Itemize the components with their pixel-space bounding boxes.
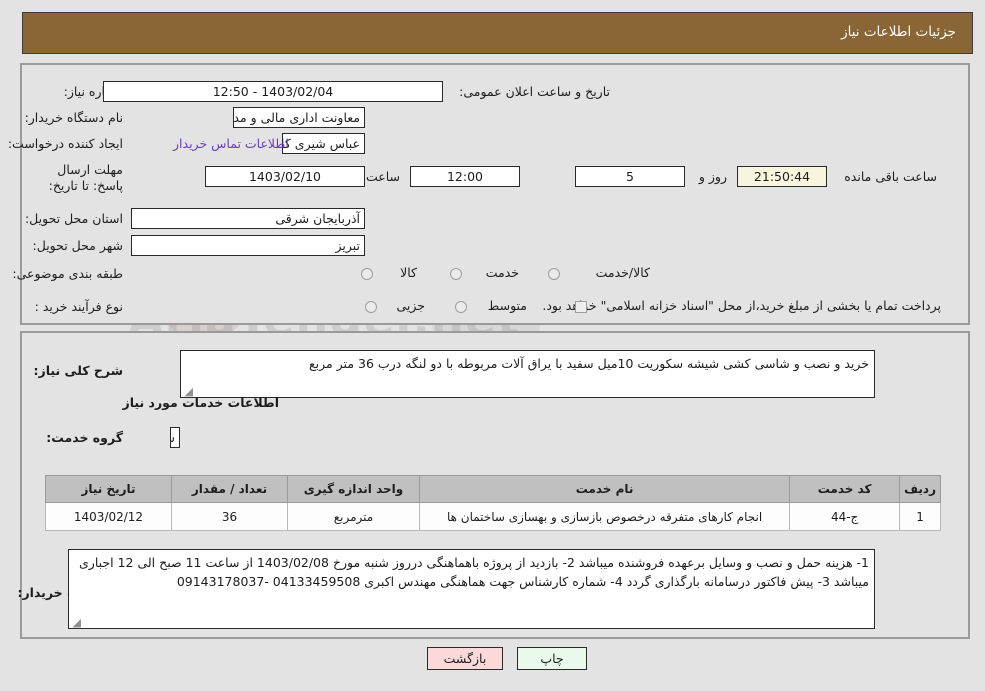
- back-button[interactable]: بازگشت: [427, 647, 503, 670]
- resize-grip-icon-notes[interactable]: ◢: [71, 617, 81, 628]
- deadline-hour-label: ساعت: [365, 169, 400, 184]
- services-section-title: اطلاعات خدمات مورد نیاز: [122, 395, 280, 410]
- deadline-label: مهلت ارسال پاسخ: تا تاریخ:: [48, 162, 123, 193]
- announce-label: تاریخ و ساعت اعلان عمومی:: [459, 84, 610, 99]
- category-option-service: خدمت: [485, 265, 519, 280]
- remaining-time: 21:50:44: [737, 166, 827, 187]
- process-option-medium: متوسط: [487, 298, 527, 313]
- table-row: 1 ج-44 انجام کارهای متفرقه درخصوص بازساز…: [45, 502, 941, 531]
- cell-code: ج-44: [789, 502, 901, 531]
- category-radio-goods[interactable]: [361, 268, 373, 280]
- table-header-row: ردیف کد خدمت نام خدمت واحد اندازه گیری ت…: [45, 475, 941, 503]
- header-bar: جزئیات اطلاعات نیاز: [22, 12, 973, 54]
- process-option-minor: جزیی: [396, 298, 425, 313]
- city-value: تبریز: [131, 235, 365, 256]
- province-label: استان محل تحویل:: [24, 211, 123, 226]
- col-date: تاریخ نیاز: [45, 475, 172, 503]
- deadline-date: 1403/02/10: [205, 166, 365, 187]
- service-group-label: گروه خدمت:: [46, 430, 123, 445]
- deadline-hour: 12:00: [410, 166, 520, 187]
- col-qty: تعداد / مقدار: [171, 475, 288, 503]
- print-button[interactable]: چاپ: [517, 647, 587, 670]
- need-info-panel: [20, 63, 970, 325]
- treasury-checkbox[interactable]: [575, 301, 587, 313]
- category-option-goods: کالا: [400, 265, 417, 280]
- announce-value: 12:50 - 1403/02/04: [103, 81, 443, 102]
- province-value: آذربایجان شرقی: [131, 208, 365, 229]
- col-code: کد خدمت: [789, 475, 901, 503]
- summary-label: شرح کلی نیاز:: [33, 363, 123, 378]
- category-radio-goods-service[interactable]: [548, 268, 560, 280]
- process-label: نوع فرآیند خرید :: [34, 299, 123, 314]
- process-radio-minor[interactable]: [365, 301, 377, 313]
- buyer-org-label: نام دستگاه خریدار:: [24, 110, 123, 125]
- buyer-contact-link[interactable]: اطلاعات تماس خریدار: [173, 136, 289, 151]
- city-label: شهر محل تحویل:: [32, 238, 123, 253]
- buyer-notes-textarea[interactable]: 1- هزینه حمل و نصب و وسایل برعهده فروشند…: [68, 549, 875, 629]
- category-label: طبقه بندی موضوعی:: [12, 266, 123, 281]
- col-name: نام خدمت: [418, 475, 791, 503]
- cell-row: 1: [899, 502, 941, 531]
- cell-unit: مترمربع: [287, 502, 420, 531]
- category-option-goods-service: کالا/خدمت: [595, 265, 650, 280]
- cell-qty: 36: [171, 502, 288, 531]
- service-group-value: ساختمان: [170, 427, 180, 448]
- col-unit: واحد اندازه گیری: [287, 475, 420, 503]
- cell-date: 1403/02/12: [45, 502, 172, 531]
- remaining-time-label: ساعت باقی مانده: [844, 169, 937, 184]
- buyer-notes-text: 1- هزینه حمل و نصب و وسایل برعهده فروشند…: [79, 555, 869, 589]
- page-title: جزئیات اطلاعات نیاز: [841, 24, 956, 40]
- treasury-note: پرداخت تمام یا بخشی از مبلغ خرید،از محل …: [542, 298, 941, 313]
- col-row: ردیف: [899, 475, 941, 503]
- cell-name: انجام کارهای متفرقه درخصوص بازسازی و بهس…: [418, 502, 791, 531]
- remaining-days-label: روز و: [698, 169, 727, 184]
- page-root: V AriaTender.net جزئیات اطلاعات نیاز شما…: [0, 0, 985, 691]
- remaining-days: 5: [575, 166, 685, 187]
- creator-value: عباس شیری کاربرداز معاونت اداری مالی و م…: [282, 133, 365, 154]
- category-radio-service[interactable]: [450, 268, 462, 280]
- creator-label: ایجاد کننده درخواست:: [7, 136, 123, 151]
- summary-text: خرید و نصب و شاسی کشی شیشه سکوریت 10میل …: [308, 356, 869, 371]
- process-radio-medium[interactable]: [455, 301, 467, 313]
- summary-textarea[interactable]: خرید و نصب و شاسی کشی شیشه سکوریت 10میل …: [180, 350, 875, 398]
- services-table: ردیف کد خدمت نام خدمت واحد اندازه گیری ت…: [45, 475, 941, 531]
- buyer-org-value: معاونت اداری مالی و مدیریت منابع دانشگاه…: [233, 107, 365, 128]
